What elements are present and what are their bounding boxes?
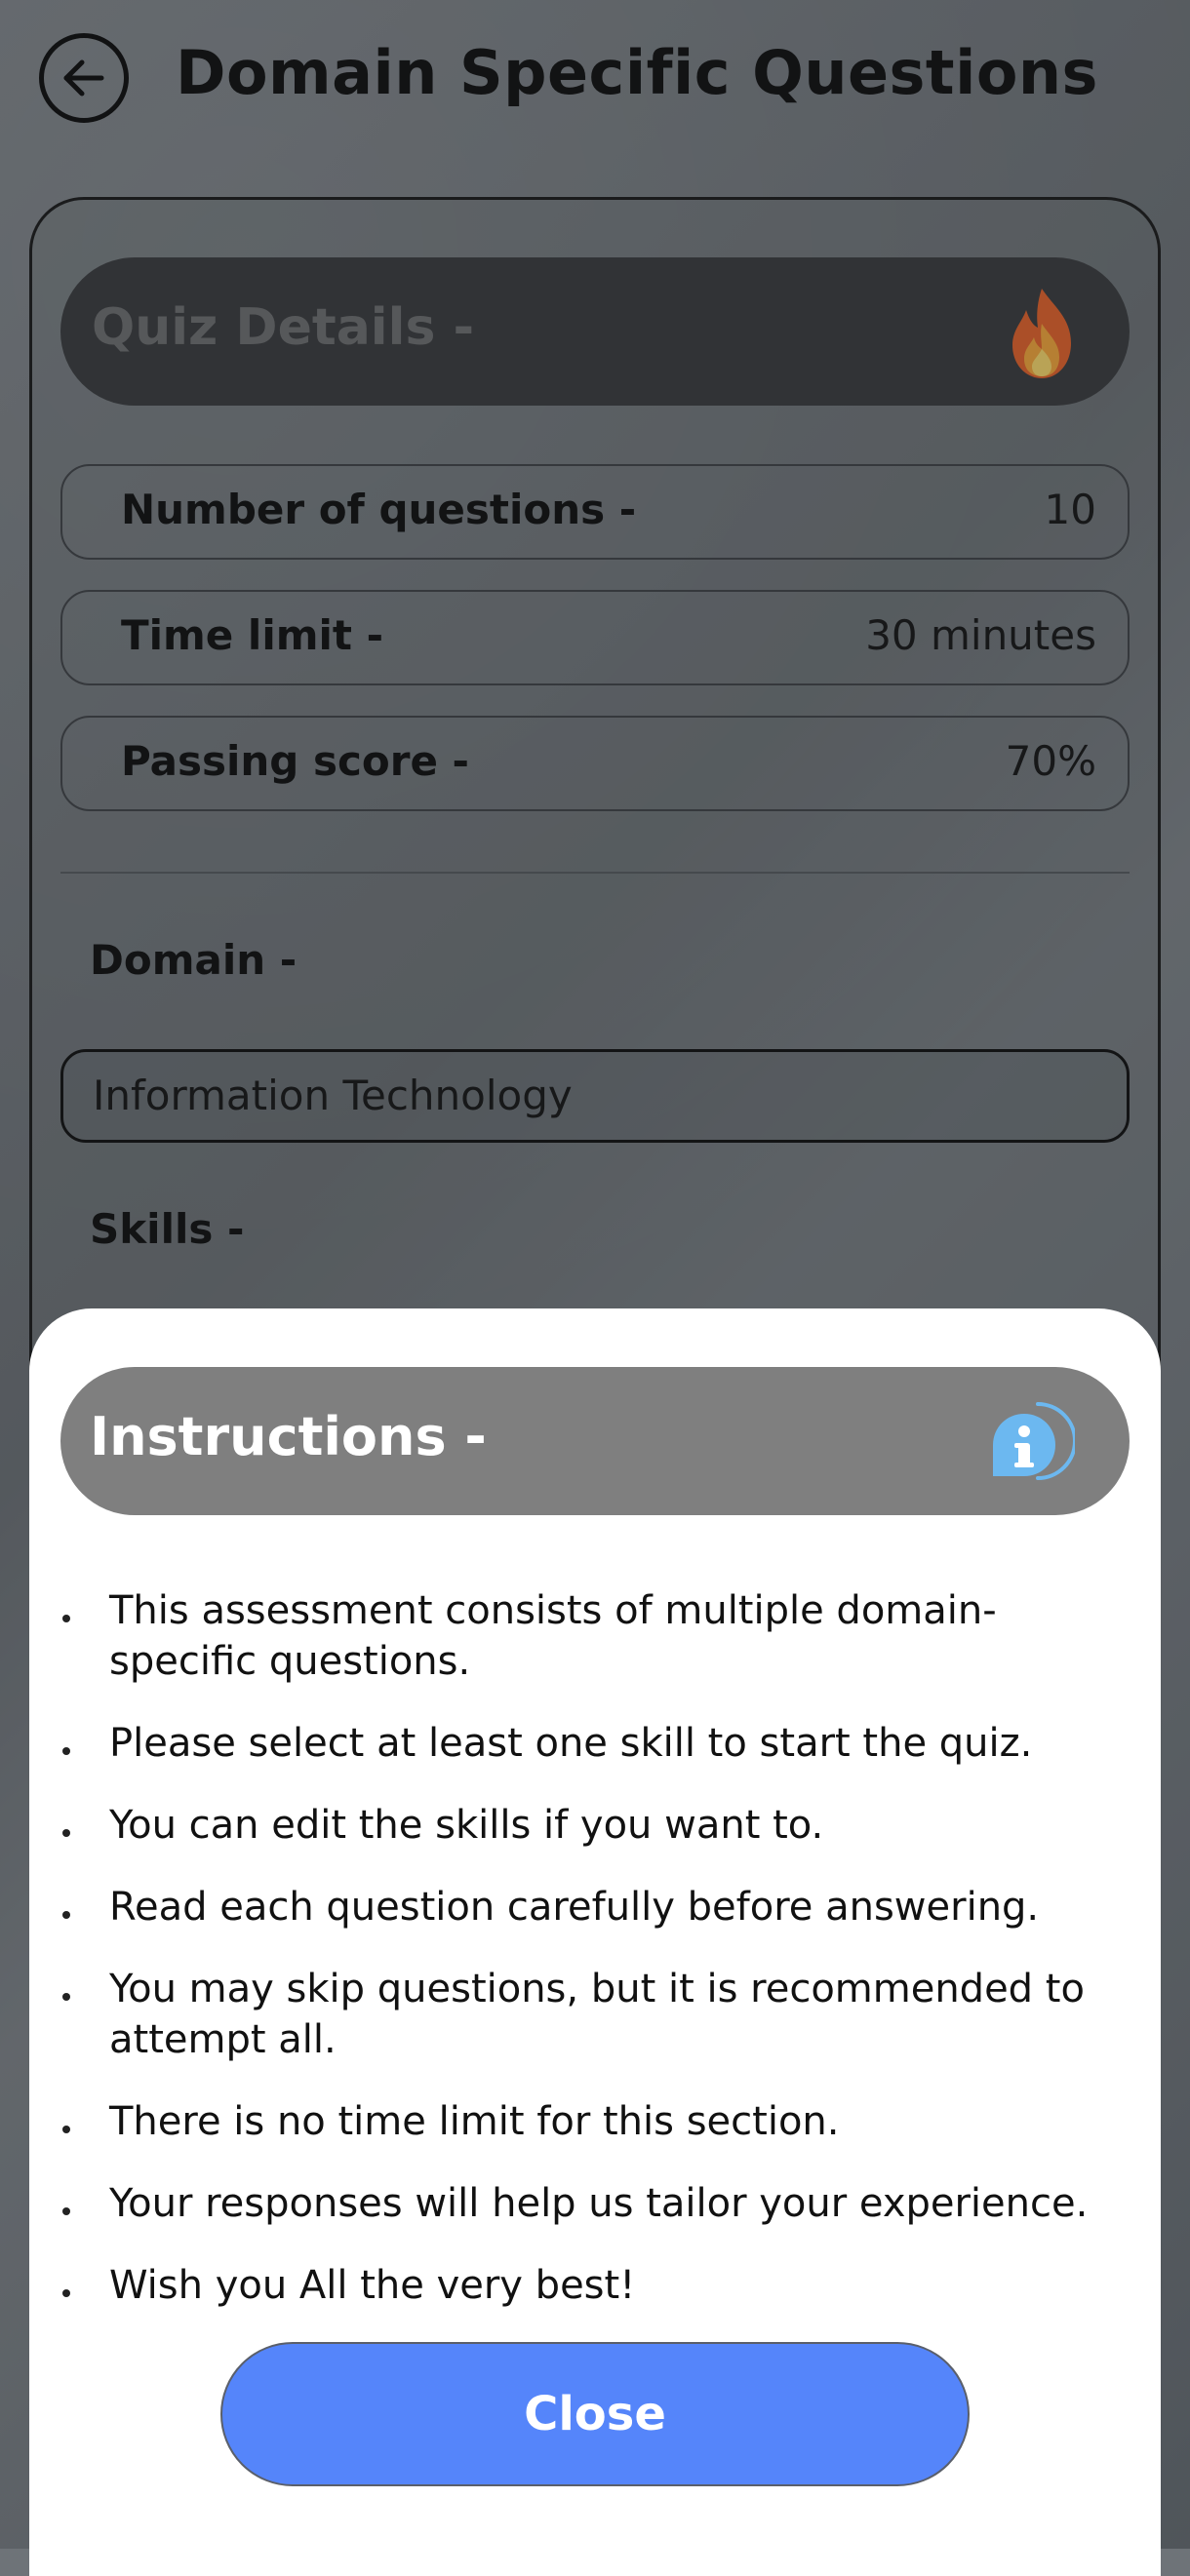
instruction-item: Read each question carefully before answ…	[60, 1882, 1143, 1932]
instruction-item: Your responses will help us tailor your …	[60, 2178, 1143, 2229]
info-icon	[993, 1402, 1075, 1480]
instruction-item: There is no time limit for this section.	[60, 2096, 1143, 2147]
instruction-item: You may skip questions, but it is recomm…	[60, 1964, 1143, 2065]
instruction-item: Please select at least one skill to star…	[60, 1718, 1143, 1769]
instructions-banner: Instructions -	[60, 1367, 1130, 1515]
instruction-item: This assessment consists of multiple dom…	[60, 1585, 1143, 1687]
instruction-item: You can edit the skills if you want to.	[60, 1800, 1143, 1851]
instructions-list: This assessment consists of multiple dom…	[60, 1585, 1143, 2342]
close-button[interactable]: Close	[220, 2342, 970, 2486]
instruction-item: Wish you All the very best!	[60, 2260, 1143, 2311]
instructions-title: Instructions -	[90, 1406, 487, 1467]
